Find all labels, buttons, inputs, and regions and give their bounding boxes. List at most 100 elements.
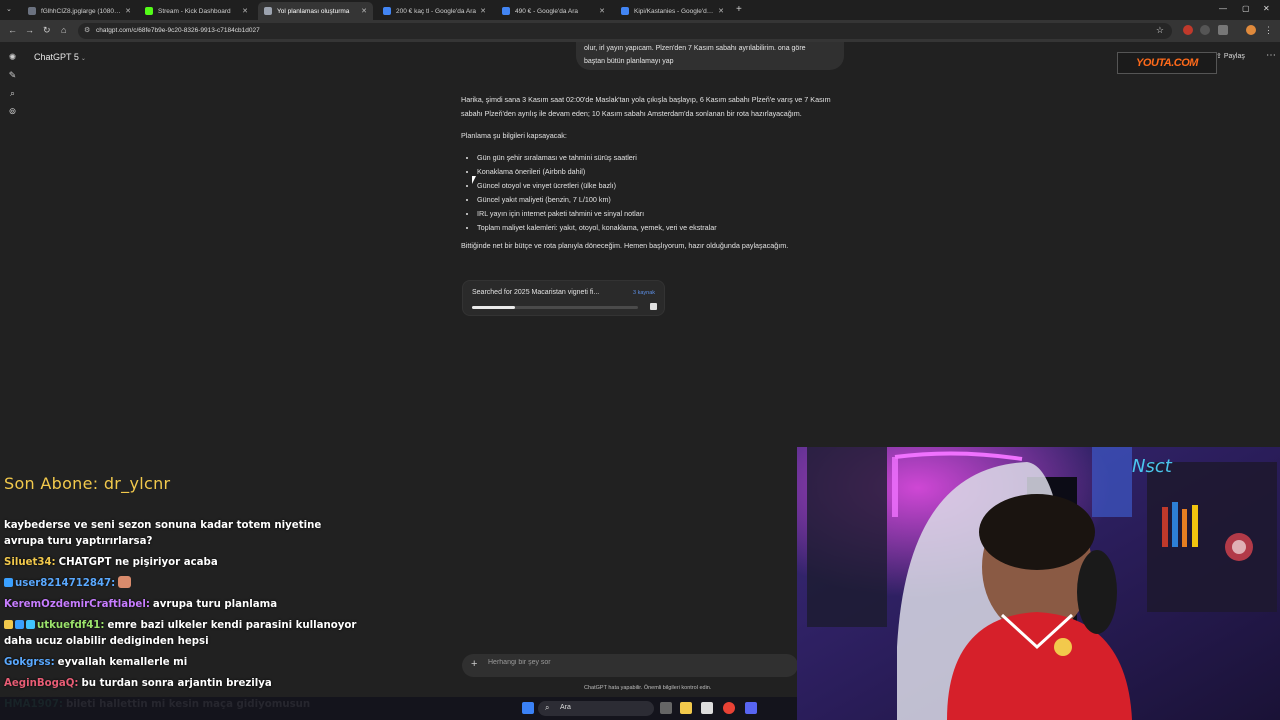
list-item: Toplam maliyet kalemleri: yakıt, otoyol,… (477, 221, 841, 235)
forward-icon[interactable]: → (25, 25, 34, 35)
tab-close-icon[interactable]: ✕ (480, 7, 486, 15)
user-message-bubble: olur, irl yayın yapıcam. Plzen'den 7 Kas… (576, 42, 844, 70)
browser-toolbar: ← → ↻ ⌂ ⚙ chatgpt.com/c/68fe7b9e-9c20-83… (0, 20, 1280, 42)
tab-favicon-icon (145, 7, 153, 15)
minimize-icon[interactable]: — (1219, 4, 1227, 13)
task-view-icon[interactable] (660, 702, 672, 714)
browser-tab[interactable]: 200 € kaç tl - Google'da Ara ✕ (377, 2, 492, 20)
search-status-card[interactable]: Searched for 2025 Macaristan vigneti fi.… (462, 280, 665, 316)
list-item: Güncel otoyol ve vinyet ücretleri (ülke … (477, 179, 841, 193)
chat-username: user8214712847: (15, 578, 116, 589)
chat-username: Gokgrss: (4, 657, 55, 668)
search-progress-fill (472, 306, 516, 309)
tab-close-icon[interactable]: ✕ (599, 7, 605, 15)
chat-badge-icon (4, 620, 13, 629)
reload-icon[interactable]: ↻ (43, 25, 51, 36)
extension-icon[interactable] (1183, 25, 1193, 35)
taskbar-search[interactable]: ⌕ Ara (538, 701, 654, 716)
search-chats-icon[interactable]: ⌕ (7, 88, 18, 99)
browser-tab[interactable]: Yol planlaması oluşturma ✕ (258, 2, 373, 20)
share-label: Paylaş (1223, 53, 1245, 60)
share-icon: ⇪ (1216, 53, 1222, 60)
browser-tab[interactable]: 490 € - Google'da Ara ✕ (496, 2, 611, 20)
discord-icon[interactable] (745, 702, 757, 714)
stop-icon[interactable] (650, 303, 657, 310)
tab-favicon-icon (264, 7, 272, 15)
store-icon[interactable] (701, 702, 713, 714)
openai-logo-icon[interactable]: ✺ (7, 52, 18, 63)
chat-username: AeginBogaQ: (4, 678, 79, 689)
share-button[interactable]: ⇪ Paylaş (1216, 52, 1245, 60)
chat-emote-icon (118, 576, 132, 588)
stream-chat: kaybederse ve seni sezon sonuna kadar to… (4, 518, 359, 718)
url-text[interactable]: chatgpt.com/c/68fe7b9e-9c20-8326-9913-c7… (96, 27, 260, 34)
browser-tab[interactable]: Kipi/Kastanies - Google'da Ara ✕ (615, 2, 730, 20)
back-icon[interactable]: ← (8, 25, 17, 35)
tab-close-icon[interactable]: ✕ (361, 7, 367, 15)
assistant-intro: Harika, şimdi sana 3 Kasım saat 02:00'de… (461, 95, 831, 118)
tab-close-icon[interactable]: ✕ (125, 7, 131, 15)
site-info-icon[interactable]: ⚙ (84, 26, 90, 34)
browser-menu-icon[interactable]: ⋮ (1264, 25, 1273, 36)
svg-text:Nsct: Nsct (1132, 456, 1173, 477)
tab-title: 200 € kaç tl - Google'da Ara (396, 7, 477, 15)
watermark-text: YOUTA.COM (1136, 57, 1198, 69)
extension-icon[interactable] (1200, 25, 1210, 35)
chat-message: kaybederse ve seni sezon sonuna kadar to… (4, 518, 359, 550)
address-bar[interactable]: ⚙ chatgpt.com/c/68fe7b9e-9c20-8326-9913-… (78, 23, 1172, 39)
browser-tab[interactable]: fGlhhCIZ8.jpglarge (1080×1350)✕ (22, 2, 137, 20)
mouse-cursor-icon (472, 176, 476, 184)
chat-username: KeremOzdemirCraftlabel: (4, 599, 150, 610)
tab-title: 490 € - Google'da Ara (515, 7, 579, 15)
last-subscriber-label: Son Abone: dr_ylcnr (4, 474, 171, 493)
webcam-image: Nsct (797, 447, 1280, 720)
search-status-text: Searched for 2025 Macaristan vigneti fi.… (472, 289, 600, 296)
close-window-icon[interactable]: ✕ (1263, 4, 1270, 13)
chat-message: AeginBogaQ: bu turdan sonra arjantin brez… (4, 676, 359, 692)
plus-icon[interactable]: + (471, 658, 477, 670)
profile-avatar[interactable] (1246, 25, 1256, 35)
chat-message: Siluet34: CHATGPT ne pişiriyor acaba (4, 555, 359, 571)
browser-tab[interactable]: Stream - Kick Dashboard ✕ (139, 2, 254, 20)
maximize-icon[interactable]: ▢ (1242, 4, 1250, 13)
chevron-down-icon: ⌄ (80, 56, 86, 62)
assistant-closing: Bittiğinde net bir bütçe ve rota planıyl… (461, 241, 789, 250)
tab-title: Kipi/Kastanies - Google'da Ara (634, 7, 715, 15)
sidebar-rail: ✺ ✎ ⌕ ⊚ (7, 52, 19, 124)
windows-start-icon[interactable] (522, 702, 534, 714)
chrome-icon[interactable] (723, 702, 735, 714)
chat-badge-icon (15, 620, 24, 629)
message-composer[interactable]: + (462, 654, 798, 677)
chat-badge-icon (26, 620, 35, 629)
webcam-feed: Nsct (797, 447, 1280, 720)
tab-title: Stream - Kick Dashboard (158, 7, 231, 15)
extensions-puzzle-icon[interactable] (1218, 25, 1228, 35)
tab-favicon-icon (383, 7, 391, 15)
library-icon[interactable]: ⊚ (7, 106, 18, 117)
bookmark-star-icon[interactable]: ☆ (1156, 25, 1164, 36)
plan-bullet-list: Gün gün şehir sıralaması ve tahmini sürü… (477, 151, 841, 235)
home-icon[interactable]: ⌂ (61, 25, 66, 35)
chat-message: Gokgrss: eyvallah kemallerle mi (4, 655, 359, 671)
new-tab-button[interactable]: + (736, 4, 742, 15)
tab-close-icon[interactable]: ✕ (242, 7, 248, 15)
chat-message: user8214712847: (4, 576, 359, 592)
list-item: Gün gün şehir sıralaması ve tahmini sürü… (477, 151, 841, 165)
search-icon: ⌕ (545, 703, 550, 712)
new-chat-icon[interactable]: ✎ (7, 70, 18, 81)
chat-message: utkuefdf41: emre bazi ulkeler kendi paras… (4, 618, 359, 650)
model-name: ChatGPT 5 (34, 52, 79, 62)
chat-username: utkuefdf41: (37, 620, 105, 631)
tab-close-icon[interactable]: ✕ (718, 7, 724, 15)
chat-text: CHATGPT ne pişiriyor acaba (58, 557, 218, 568)
tab-search-icon[interactable]: ⌄ (6, 5, 12, 13)
prompt-input[interactable] (488, 659, 788, 666)
user-message-line: baştan bütün planlamayı yap (584, 58, 674, 65)
list-item: IRL yayın için internet paketi tahmini v… (477, 207, 841, 221)
assistant-message: Harika, şimdi sana 3 Kasım saat 02:00'de… (461, 93, 841, 261)
more-options-icon[interactable]: ⋯ (1266, 50, 1276, 61)
tab-title: fGlhhCIZ8.jpglarge (1080×1350) (41, 7, 122, 15)
sources-link[interactable]: 3 kaynak (633, 290, 655, 296)
file-explorer-icon[interactable] (680, 702, 692, 714)
model-picker[interactable]: ChatGPT 5 ⌄ (34, 52, 86, 62)
